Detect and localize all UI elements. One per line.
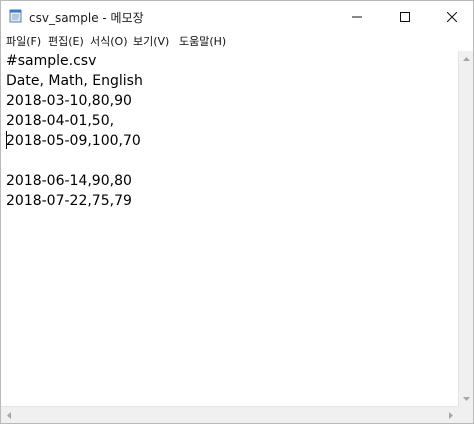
menu-format[interactable]: 서식(O) [90,33,127,49]
notepad-window: csv_sample - 메모장 파일(F) 편집(E) 서식(O) 보기(V)… [0,0,474,424]
maximize-icon [400,7,410,26]
notepad-icon [9,8,23,23]
text-line: 2018-03-10,80,90 [6,93,132,109]
text-line: 2018-04-01,50, [6,113,115,129]
maximize-button[interactable] [382,1,428,31]
scroll-right-arrow-icon[interactable] [443,408,458,423]
minimize-icon [352,7,362,26]
menu-help[interactable]: 도움말(H) [179,33,226,49]
close-button[interactable] [429,1,473,31]
menu-edit[interactable]: 편집(E) [48,33,84,49]
close-icon [446,7,458,26]
menu-view[interactable]: 보기(V) [133,33,169,49]
text-line: Date, Math, English [6,73,143,89]
menu-file[interactable]: 파일(F) [6,33,41,49]
text-line: 2018-07-22,75,79 [6,193,132,209]
resize-grip[interactable] [458,406,473,423]
vertical-scrollbar[interactable] [458,51,473,406]
text-editor[interactable]: #sample.csv Date, Math, English 2018-03-… [1,51,458,406]
text-line: 2018-05-09,100,70 [6,133,141,149]
title-bar[interactable]: csv_sample - 메모장 [1,1,473,31]
text-caret [6,131,7,149]
text-line: #sample.csv [6,53,97,69]
scroll-left-arrow-icon[interactable] [1,408,16,423]
horizontal-scrollbar[interactable] [1,406,458,423]
text-line: 2018-06-14,90,80 [6,173,132,189]
menu-bar: 파일(F) 편집(E) 서식(O) 보기(V) 도움말(H) [1,31,473,51]
window-title: csv_sample - 메모장 [29,11,144,25]
scroll-down-arrow-icon[interactable] [459,391,473,406]
minimize-button[interactable] [334,1,380,31]
scroll-up-arrow-icon[interactable] [459,51,473,66]
